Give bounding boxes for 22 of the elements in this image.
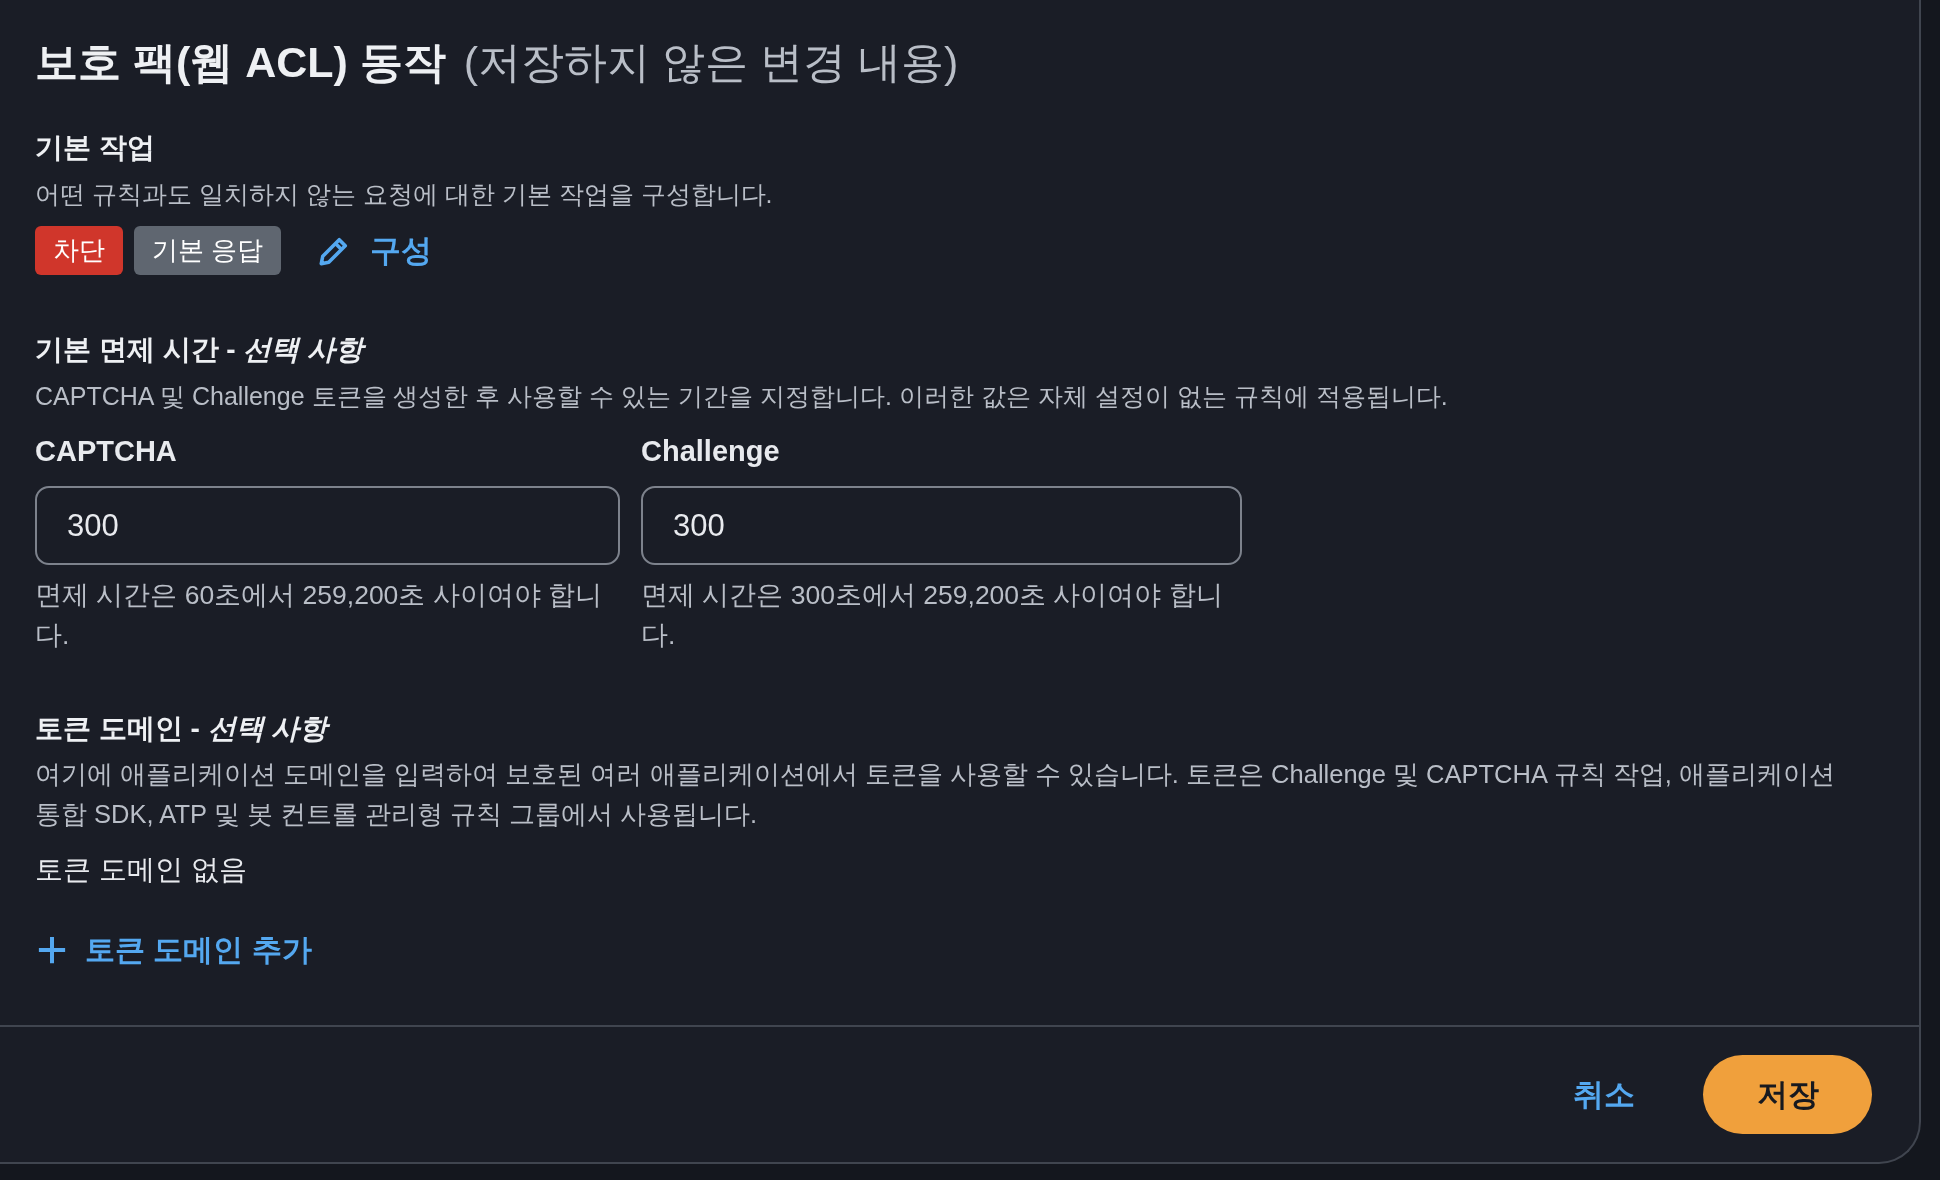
empty-state-text: 토큰 도메인 없음 [35, 853, 248, 887]
panel-title: 보호 팩(웹 ACL) 동작 [35, 38, 446, 86]
section-heading: 기본 작업 [35, 131, 156, 165]
section-description: 어떤 규칙과도 일치하지 않는 요청에 대한 기본 작업을 구성합니다. [35, 179, 774, 210]
field-label: Challenge [641, 434, 781, 469]
save-button[interactable]: 저장 [1703, 1055, 1872, 1134]
section-heading: 기본 면제 시간 - 선택 사항 [35, 333, 367, 367]
action-badge: 차단 [35, 226, 123, 275]
field-label: CAPTCHA [35, 434, 178, 469]
section-description: 여기에 애플리케이션 도메인을 입력하여 보호된 여러 애플리케이션에서 토큰을 사용할 수 있습니다. 토큰은 Challenge 및 CAPTCHA 규칙 작업, 애플리케이션 통합 SDK, ATP 및 봇 컨트롤 관리형 규칙 그룹에서 사용됩니다. [35, 759, 1836, 830]
field-hint: 면제 시간은 300초에서 259,200초 사이여야 합니다. [641, 579, 1224, 652]
unsaved-note: (저장하지 않은 변경 내용) [463, 38, 959, 86]
cancel-button[interactable]: 취소 [1565, 1065, 1643, 1124]
section-heading: 토큰 도메인 - 선택 사항 [35, 712, 331, 746]
field-hint: 면제 시간은 60초에서 259,200초 사이여야 합니다. [35, 579, 604, 652]
input-field[interactable]: 300 [641, 486, 1242, 565]
section-description: CAPTCHA 및 Challenge 토큰을 생성한 후 사용할 수 있는 기간을 지정합니다. 이러한 값은 자체 설정이 없는 규칙에 적용됩니다. [35, 381, 1449, 412]
add-domain-button[interactable]: 토큰 도메인 추가 [37, 930, 312, 970]
plus-icon [37, 935, 67, 965]
configure-link[interactable]: 구성 [316, 229, 433, 272]
input-field[interactable]: 300 [35, 486, 620, 565]
action-badge: 기본 응답 [134, 226, 282, 275]
